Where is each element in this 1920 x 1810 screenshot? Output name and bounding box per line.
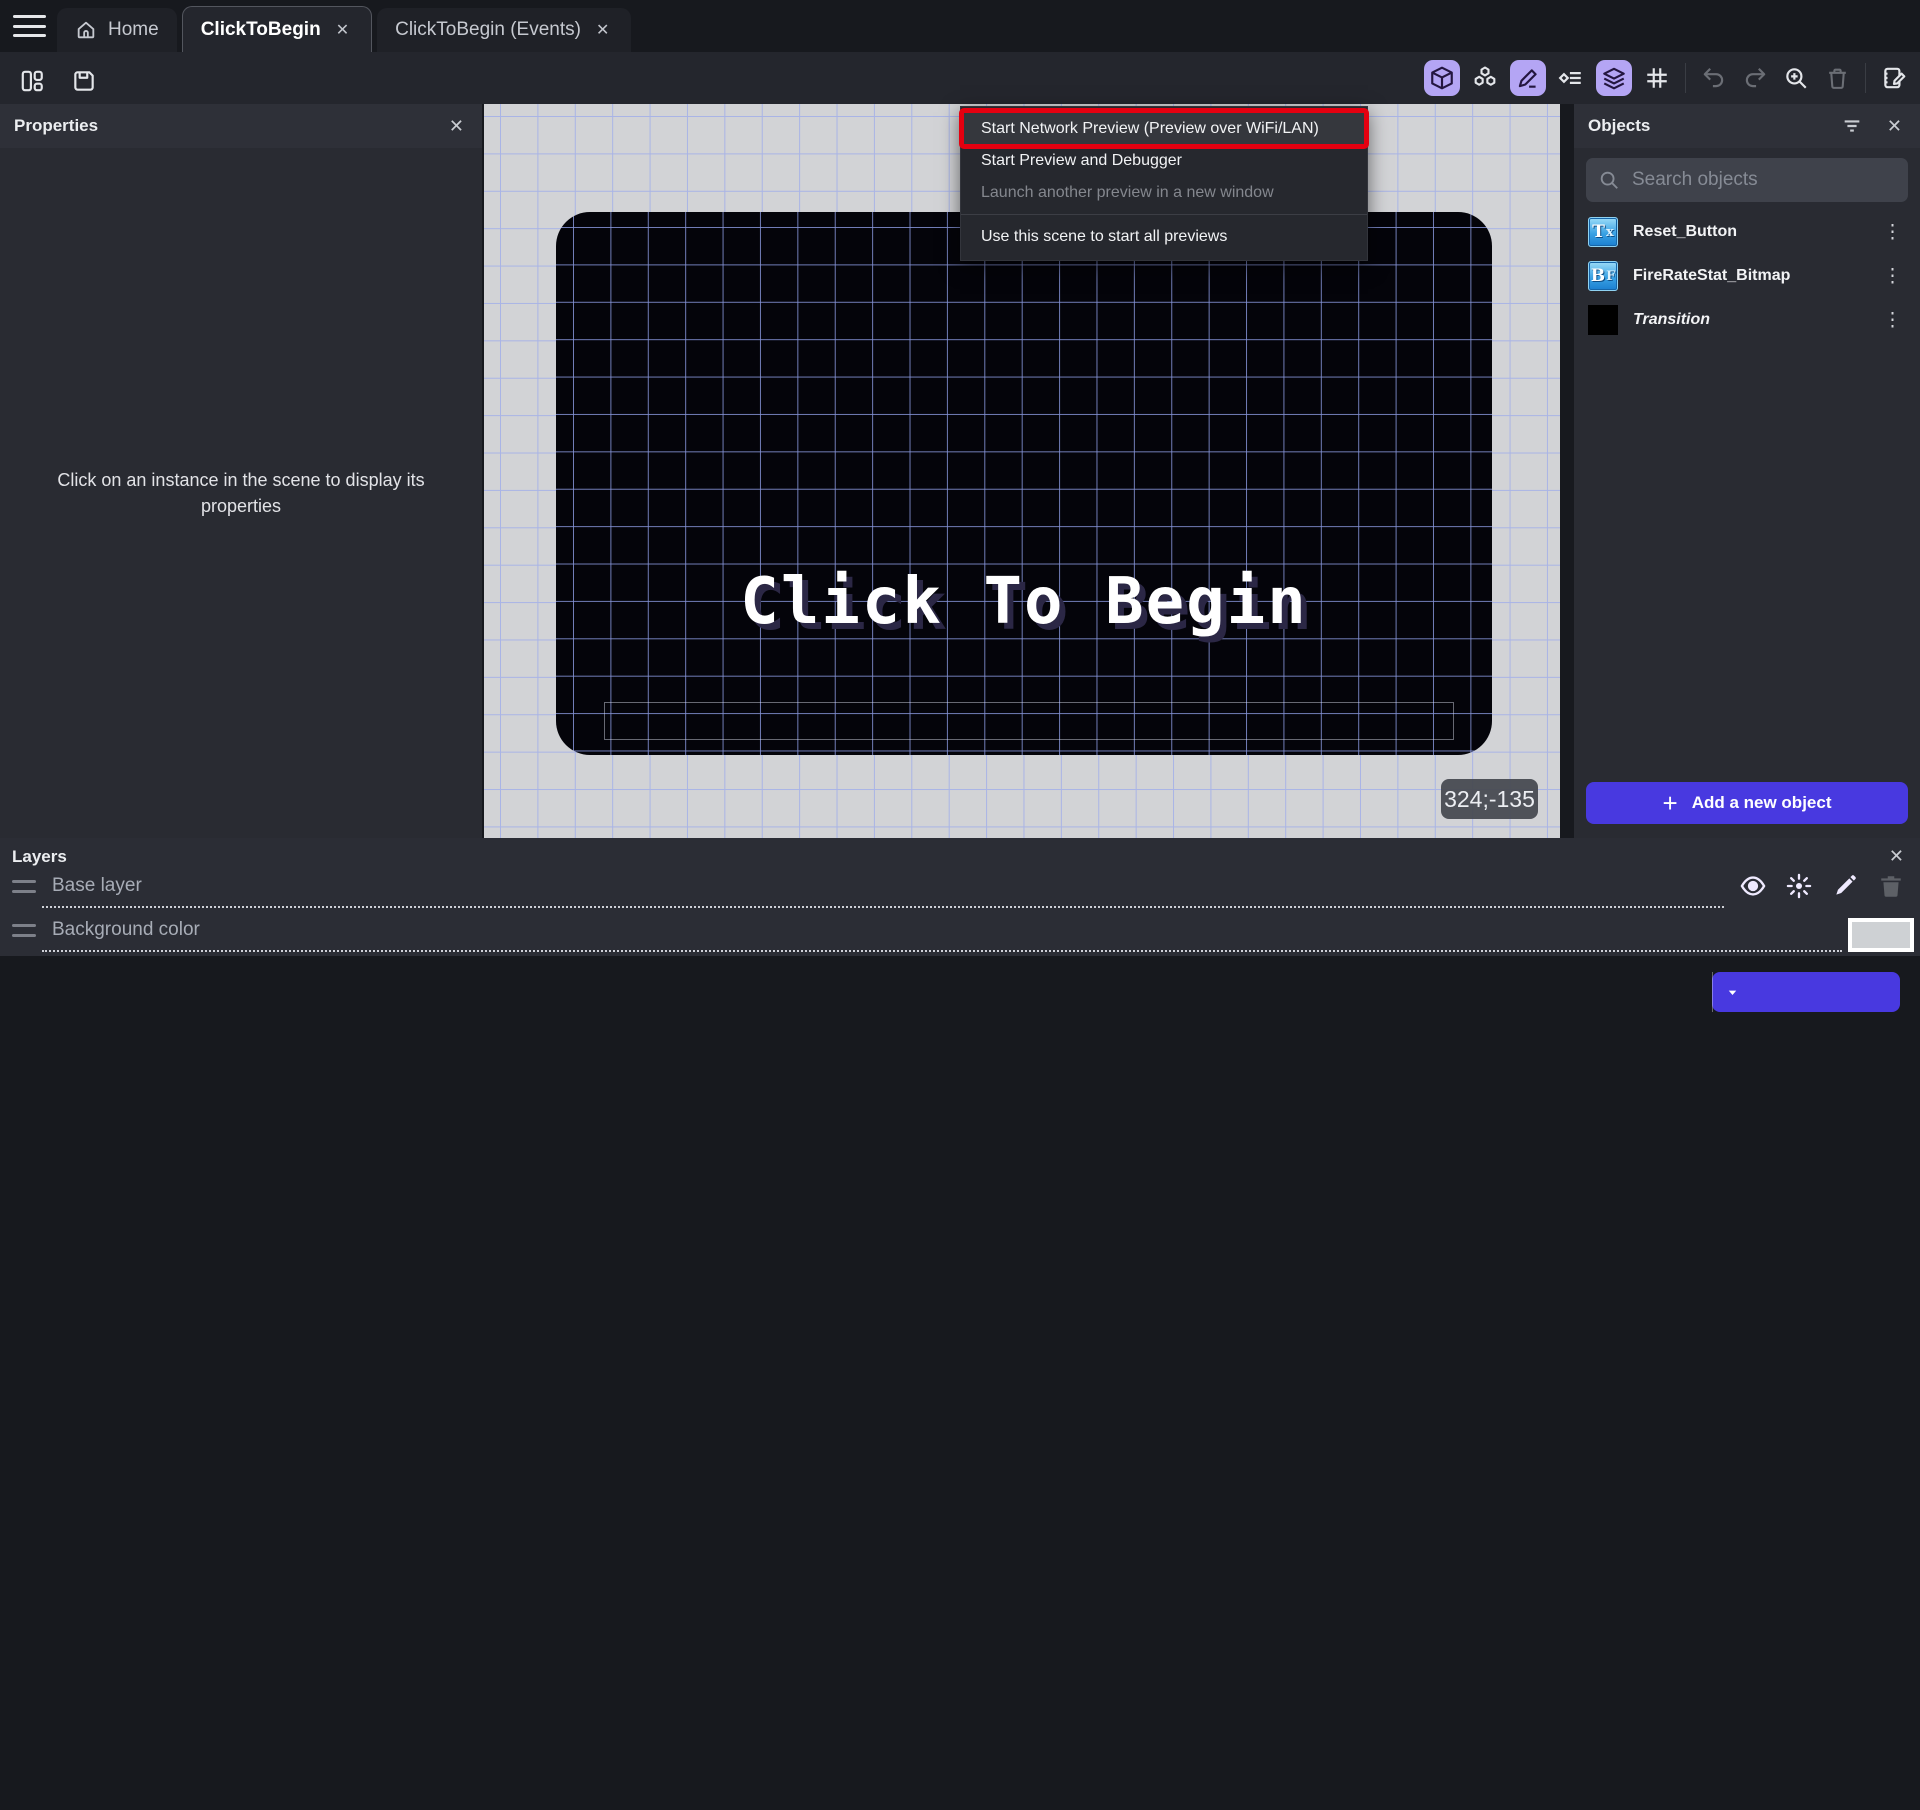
close-icon[interactable]: ✕ — [592, 18, 613, 42]
object-menu-dots-icon[interactable]: ⋮ — [1879, 265, 1906, 288]
object-name: FireRateStat_Bitmap — [1633, 267, 1791, 284]
toolbar-separator — [1685, 63, 1686, 93]
tab-label: Home — [108, 19, 159, 40]
tab-label: ClickToBegin — [200, 18, 321, 40]
menu-separator — [961, 214, 1367, 215]
layer-row-background-color[interactable]: Background color — [0, 910, 1920, 954]
filter-icon[interactable] — [1841, 115, 1863, 137]
trash-icon[interactable] — [1821, 62, 1853, 94]
grid-icon[interactable] — [1641, 62, 1673, 94]
rectangle-object-icon — [1588, 305, 1618, 335]
object-name: Reset_Button — [1633, 223, 1738, 240]
delete-layer-trash-icon[interactable] — [1876, 871, 1906, 901]
menu-item-start-preview-debugger[interactable]: Start Preview and Debugger — [961, 145, 1367, 177]
search-icon — [1598, 169, 1620, 191]
layers-panel-title: Layers — [12, 847, 67, 866]
main-menu-icon[interactable] — [13, 15, 46, 37]
drag-handle-icon[interactable] — [12, 924, 36, 937]
visibility-eye-icon[interactable] — [1738, 871, 1768, 901]
objects-search-box[interactable] — [1586, 158, 1908, 202]
layer-name-underline — [42, 906, 1724, 908]
tab-label: ClickToBegin (Events) — [395, 19, 581, 40]
properties-panel-title: Properties — [14, 116, 99, 135]
properties-panel-header: Properties ✕ — [0, 104, 482, 148]
toolbar-separator — [1865, 63, 1866, 93]
tab-clicktobegin[interactable]: ClickToBegin ✕ — [181, 6, 373, 52]
object-menu-dots-icon[interactable]: ⋮ — [1879, 221, 1906, 244]
add-layer-dropdown-caret[interactable] — [1712, 972, 1752, 1012]
close-icon[interactable]: ✕ — [1883, 114, 1906, 139]
toolbar-right-icons — [1424, 60, 1910, 96]
layers-icon[interactable] — [1596, 60, 1632, 96]
save-icon[interactable] — [68, 65, 100, 97]
add-new-object-button[interactable]: + Add a new object — [1586, 782, 1908, 824]
object-groups-cubes-icon[interactable] — [1469, 62, 1501, 94]
cursor-coordinates-badge: 324;-135 — [1441, 779, 1538, 819]
object-menu-dots-icon[interactable]: ⋮ — [1879, 309, 1906, 332]
close-icon[interactable]: ✕ — [445, 114, 468, 139]
layer-effects-icon[interactable] — [1784, 871, 1814, 901]
add-layer-main[interactable]: + Add a layer — [1712, 1076, 1920, 1810]
object-name: Transition — [1633, 311, 1711, 328]
tab-bar: Home ClickToBegin ✕ ClickToBegin (Events… — [0, 0, 1920, 52]
layer-row-base[interactable]: Base layer — [0, 866, 1920, 910]
search-input[interactable] — [1632, 169, 1896, 191]
objects-panel: Objects ✕ Tx Reset_Button ⋮ BF — [1574, 104, 1920, 838]
object-list-item[interactable]: BF FireRateStat_Bitmap ⋮ — [1574, 254, 1920, 298]
drag-handle-icon[interactable] — [12, 880, 36, 893]
text-object-icon: Tx — [1588, 217, 1618, 247]
scene-black-background[interactable]: Click To Begin — [556, 212, 1492, 755]
add-layer-button[interactable]: + Add a layer — [1712, 972, 1900, 1012]
edit-pencil-icon[interactable] — [1510, 60, 1546, 96]
scene-title-text-object[interactable]: Click To Begin — [556, 570, 1492, 634]
edit-scene-properties-icon[interactable] — [1878, 62, 1910, 94]
layer-name[interactable]: Background color — [52, 919, 200, 941]
properties-panel-body: Click on an instance in the scene to dis… — [0, 148, 482, 838]
scene-bar-outline[interactable] — [604, 702, 1454, 740]
objects-panel-title: Objects — [1588, 116, 1651, 135]
tab-home[interactable]: Home — [57, 8, 177, 52]
layer-name-underline — [42, 950, 1842, 952]
home-icon — [75, 19, 97, 41]
menu-item-use-scene-start-previews[interactable]: Use this scene to start all previews — [961, 220, 1367, 254]
object-list-item[interactable]: Transition ⋮ — [1574, 298, 1920, 342]
object-list-item[interactable]: Tx Reset_Button ⋮ — [1574, 210, 1920, 254]
properties-empty-message: Click on an instance in the scene to dis… — [57, 469, 425, 516]
preview-dropdown-menu: Start Network Preview (Preview over WiFi… — [959, 106, 1369, 261]
layer-name[interactable]: Base layer — [52, 875, 142, 897]
undo-icon[interactable] — [1698, 62, 1730, 94]
edit-layer-pencil-icon[interactable] — [1830, 871, 1860, 901]
scene-toolbar: Preview Publish — [0, 52, 1920, 147]
properties-panel: Properties ✕ Click on an instance in the… — [0, 104, 482, 838]
close-icon[interactable]: ✕ — [332, 18, 353, 42]
background-color-swatch[interactable] — [1848, 918, 1914, 952]
tab-clicktobegin-events[interactable]: ClickToBegin (Events) ✕ — [377, 8, 632, 52]
menu-item-start-network-preview[interactable]: Start Network Preview (Preview over WiFi… — [959, 108, 1369, 149]
open-editors-icon[interactable] — [16, 65, 48, 97]
zoom-in-icon[interactable] — [1780, 62, 1812, 94]
objects-cube-icon[interactable] — [1424, 60, 1460, 96]
instances-list-icon[interactable] — [1555, 62, 1587, 94]
menu-item-launch-another-preview: Launch another preview in a new window — [981, 184, 1274, 201]
layers-panel: Layers ✕ Base layer Background color — [0, 838, 1920, 956]
objects-panel-header: Objects ✕ — [1574, 104, 1920, 148]
plus-icon: + — [1662, 788, 1678, 818]
bitmap-text-object-icon: BF — [1588, 261, 1618, 291]
bottom-bar: + Add a layer — [0, 956, 1920, 1080]
redo-icon[interactable] — [1739, 62, 1771, 94]
